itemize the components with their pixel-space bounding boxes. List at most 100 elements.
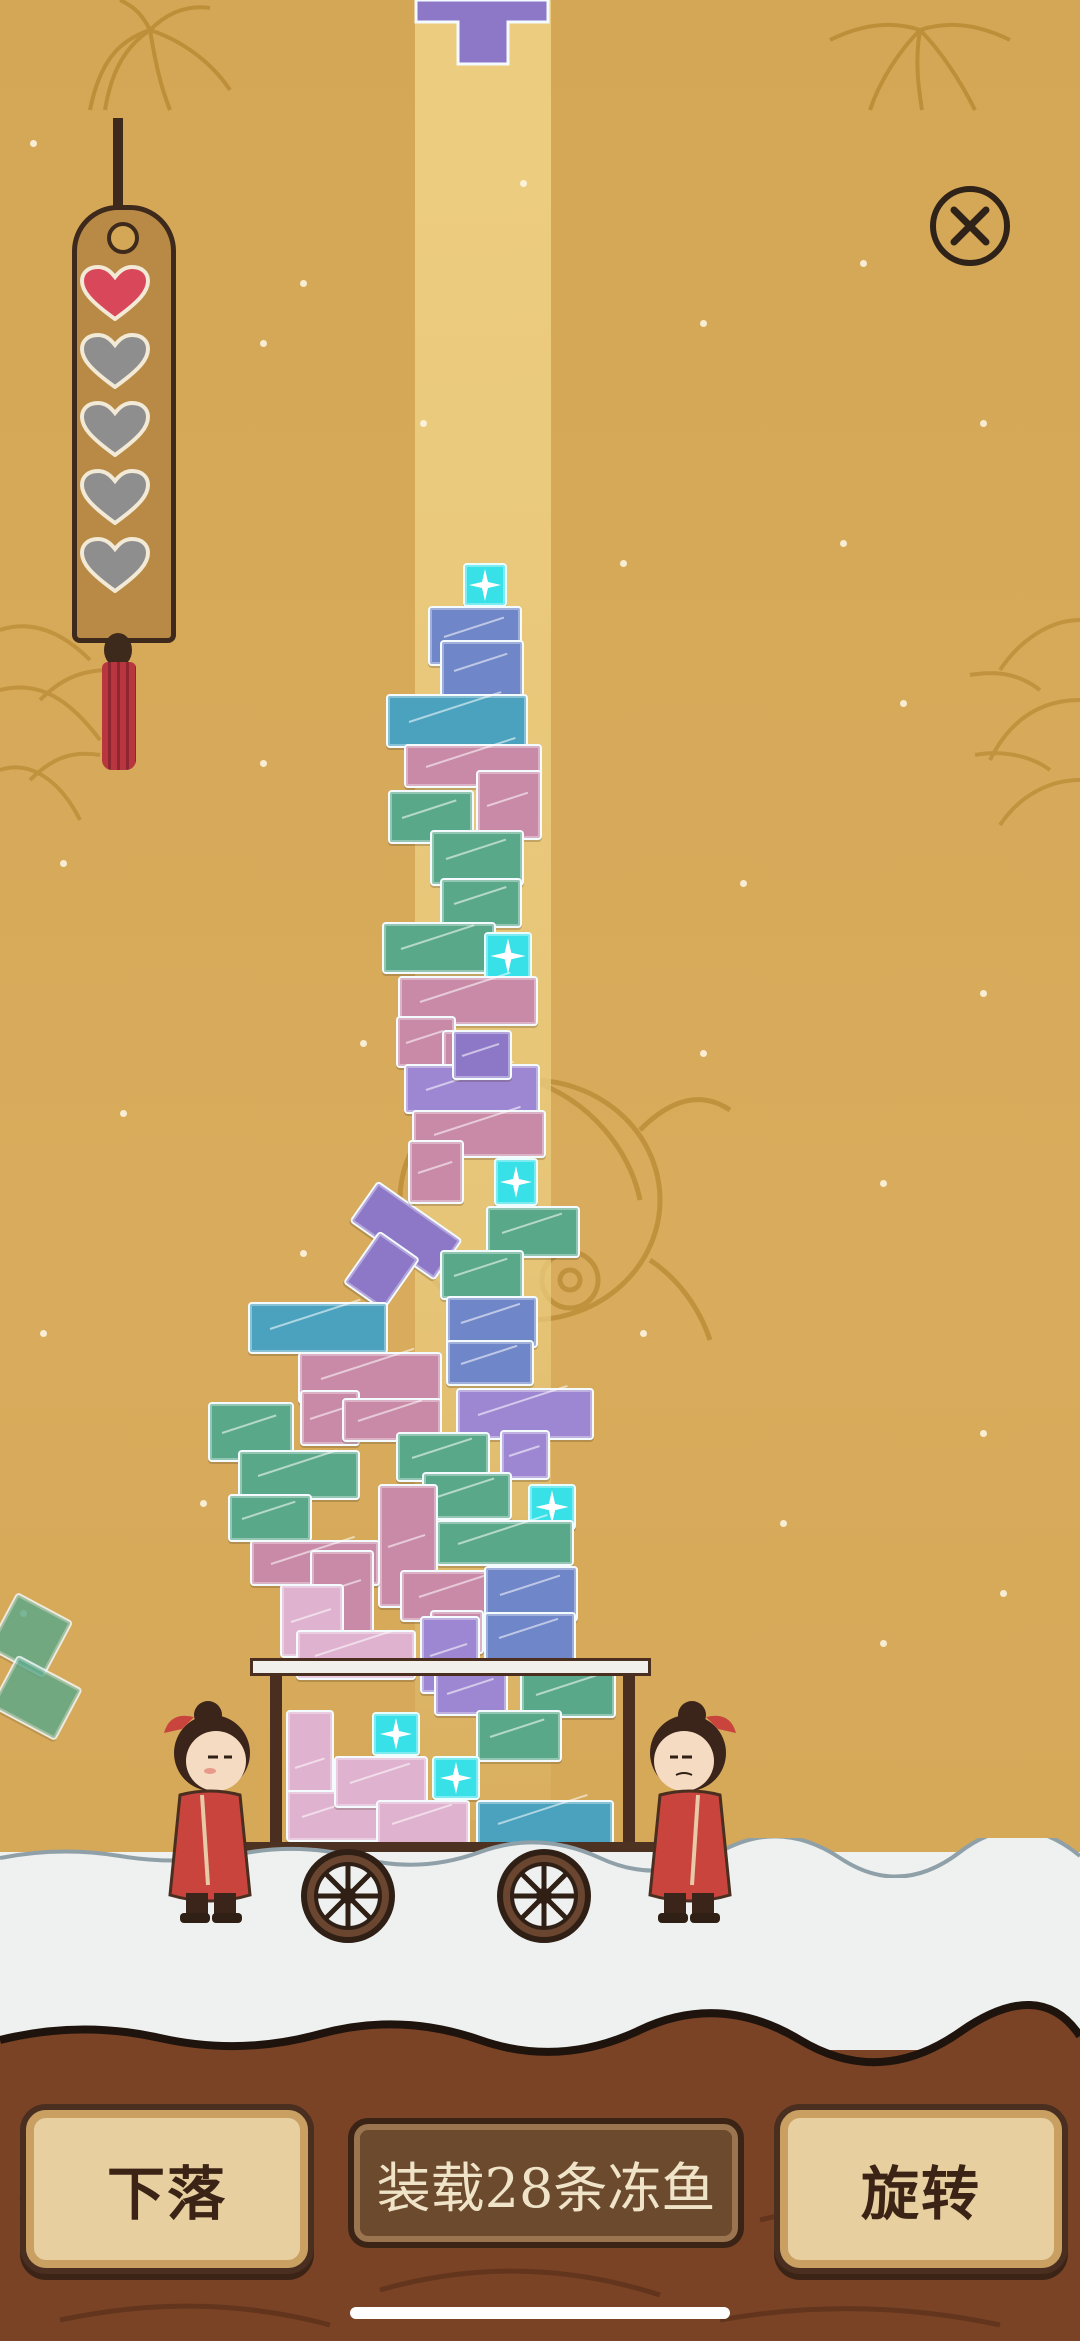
ice-crack <box>489 1718 546 1738</box>
snowflake <box>880 1180 887 1187</box>
ice-crack <box>446 1677 494 1695</box>
heart-empty-icon <box>80 401 150 457</box>
frozen-fish-block <box>446 1340 534 1386</box>
ice-crack <box>401 799 458 819</box>
ice-crack <box>460 1303 521 1324</box>
rotate-button[interactable]: 旋转 <box>774 2104 1068 2274</box>
ice-crack <box>443 616 504 638</box>
ice-crack <box>320 1347 415 1380</box>
ice-crack <box>436 1477 495 1498</box>
tassel <box>102 662 136 770</box>
porter-right <box>648 1701 736 1923</box>
snowflake <box>120 1110 127 1117</box>
sparkle-icon <box>500 1166 532 1198</box>
ice-crack <box>453 886 506 905</box>
frozen-fish-block <box>238 1449 360 1500</box>
ice-crack <box>241 1500 296 1520</box>
ice-crack <box>349 1762 410 1784</box>
porter-left <box>164 1701 252 1923</box>
heart-full-icon <box>80 265 150 321</box>
game-stage: 下落 装载28条冻鱼 旋转 <box>0 0 1080 2341</box>
falling-piece[interactable] <box>412 0 552 70</box>
ice-crack <box>499 1574 560 1596</box>
ice-crack <box>391 1803 452 1825</box>
frozen-fish-block <box>408 1140 464 1204</box>
frozen-fish-block <box>248 1298 388 1354</box>
ice-crack <box>498 1618 559 1639</box>
ice-crack <box>221 1414 278 1434</box>
ornament-flower-right <box>969 618 1080 827</box>
ice-crack <box>535 1674 598 1696</box>
sparkle-ice-cube <box>494 1158 538 1206</box>
ornament-flower-top-left <box>88 0 232 111</box>
snowflake <box>840 540 847 547</box>
ice-block <box>0 1654 83 1742</box>
heart-empty-icon <box>80 537 150 593</box>
frozen-fish-block <box>440 640 524 700</box>
ice-crack <box>257 1449 337 1477</box>
snowflake <box>300 1250 307 1257</box>
ice-crack <box>460 1344 517 1365</box>
close-circle-icon[interactable] <box>928 184 1012 268</box>
ice-crack <box>270 1298 362 1330</box>
cart-wheel-right <box>497 1849 591 1943</box>
snowflake <box>860 260 867 267</box>
snowflake <box>1000 1590 1007 1597</box>
frozen-fish-block <box>476 1710 562 1762</box>
ice-crack <box>477 1385 568 1416</box>
snowflake <box>30 140 37 147</box>
heart-empty-icon <box>80 333 150 389</box>
snowflake <box>300 280 307 287</box>
snowflake <box>620 560 627 567</box>
cart-wheel-left <box>301 1849 395 1943</box>
drop-button-label: 下落 <box>106 2160 227 2228</box>
home-indicator[interactable] <box>350 2307 730 2319</box>
ice-crack <box>315 1629 393 1657</box>
ice-crack <box>420 971 512 1003</box>
frozen-fish-block <box>440 878 522 928</box>
sparkle-ice-cube <box>432 1756 480 1800</box>
snowflake <box>700 320 707 327</box>
frozen-fish-block <box>382 922 496 974</box>
ornament-flower-top-right <box>829 22 1011 111</box>
snowflake <box>420 420 427 427</box>
cart-post-left <box>270 1662 282 1852</box>
snowflake <box>700 1050 707 1057</box>
snowflake <box>520 180 527 187</box>
snowflake <box>60 860 67 867</box>
ice-crack <box>400 924 475 950</box>
ice-crack <box>417 1160 453 1174</box>
frozen-fish-block <box>484 1612 576 1662</box>
snowflake <box>200 1500 207 1507</box>
frozen-fish-block <box>436 1514 574 1566</box>
ice-crack <box>508 1445 540 1457</box>
snowflake <box>260 340 267 347</box>
objective-text: 装载28条冻鱼 <box>376 2156 716 2220</box>
ice-crack <box>411 1437 472 1459</box>
ice-crack <box>453 652 508 672</box>
ice-crack <box>486 791 529 807</box>
snowflake <box>900 700 907 707</box>
ice-crack <box>453 1257 508 1277</box>
rotate-button-label: 旋转 <box>860 2160 981 2228</box>
ice-crack <box>406 1029 444 1044</box>
snowflake <box>360 1040 367 1047</box>
sparkle-icon <box>469 569 501 601</box>
snowflake <box>260 760 267 767</box>
snowflake <box>980 1430 987 1437</box>
ice-crack <box>430 1642 468 1657</box>
ice-crack <box>501 1212 562 1234</box>
ice-crack <box>388 1533 426 1548</box>
sparkle-ice-cube <box>372 1712 420 1756</box>
ice-crack <box>294 1757 325 1769</box>
ice-crack <box>408 691 501 723</box>
sparkle-ice-cube <box>463 563 507 607</box>
drop-button[interactable]: 下落 <box>20 2104 314 2274</box>
ice-crack <box>462 1042 500 1057</box>
snowflake <box>780 1520 787 1527</box>
snowflake <box>740 880 747 887</box>
objective-panel: 装载28条冻鱼 <box>348 2118 744 2248</box>
sparkle-icon <box>440 1762 472 1794</box>
heart-empty-icon <box>80 469 150 525</box>
ice-crack <box>290 1608 332 1623</box>
